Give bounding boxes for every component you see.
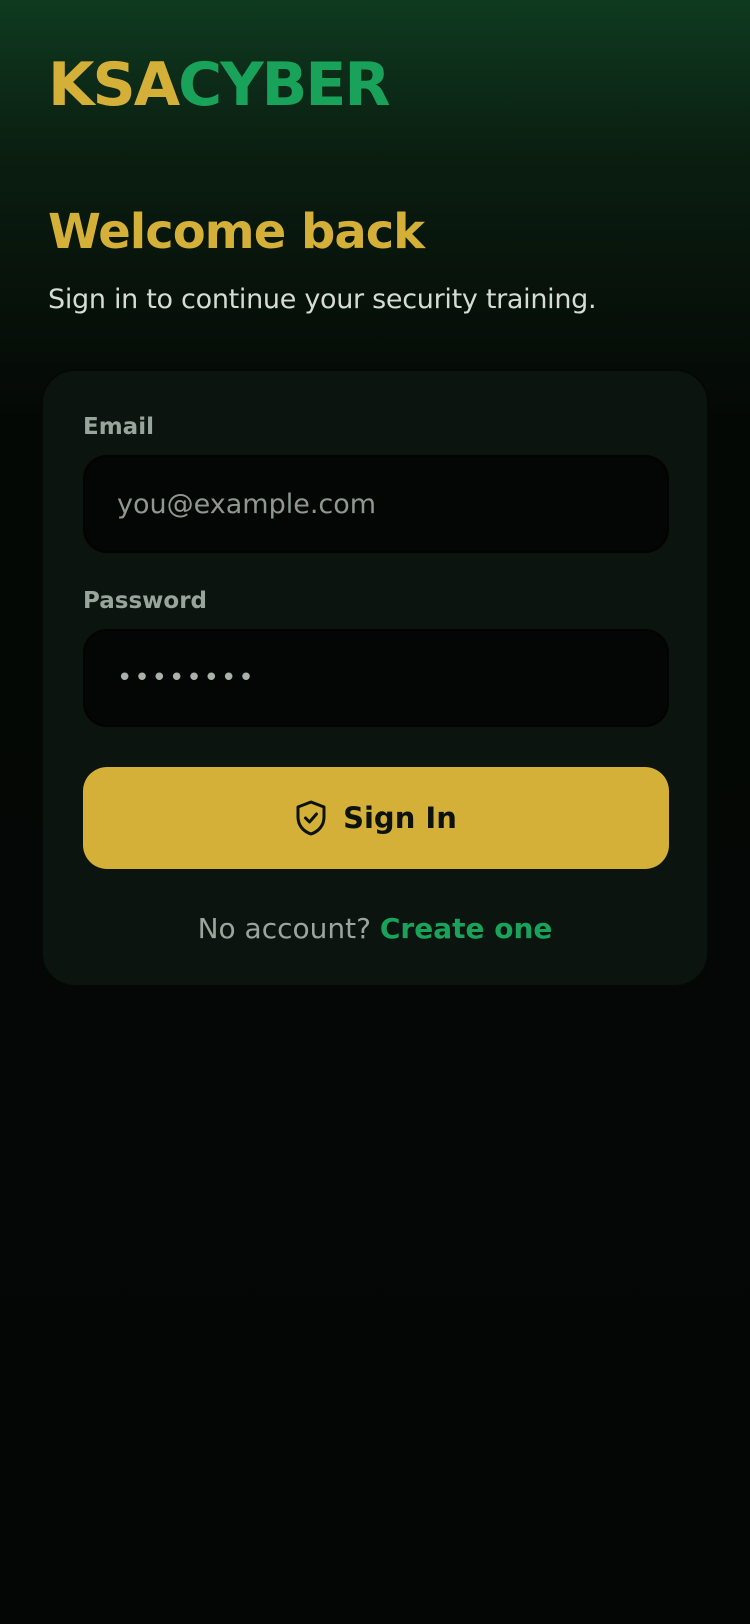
login-card: Email Password Sign In No account? Creat… [41, 369, 709, 987]
page-subtitle: Sign in to continue your security traini… [48, 284, 597, 315]
brand-logo-ksa: KSA [48, 50, 180, 120]
email-field[interactable] [117, 488, 635, 520]
no-account-text: No account? [197, 912, 371, 945]
brand-logo-cyber: CYBER [178, 50, 390, 120]
sign-in-button[interactable]: Sign In [83, 767, 669, 869]
create-account-link[interactable]: Create one [380, 912, 553, 945]
shield-check-icon [295, 800, 327, 836]
page-title: Welcome back [48, 204, 425, 260]
email-field-container [83, 455, 669, 553]
signup-prompt: No account? Create one [43, 909, 707, 949]
sign-in-button-label: Sign In [343, 801, 457, 835]
password-field-container [83, 629, 669, 727]
password-field[interactable] [117, 663, 635, 693]
password-label: Password [83, 588, 207, 614]
email-label: Email [83, 414, 154, 440]
brand-logo: KSACYBER [48, 50, 391, 120]
